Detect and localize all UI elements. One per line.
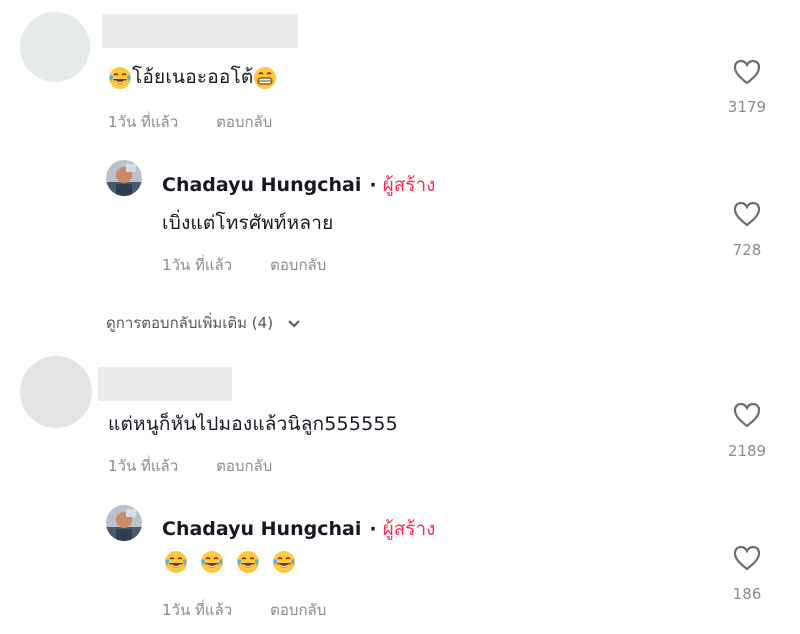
chevron-down-icon bbox=[288, 320, 300, 328]
comment-author: Chadayu Hungchai · ผู้สร้าง bbox=[162, 514, 435, 544]
comment-time: 1วัน ที่แล้ว bbox=[108, 457, 179, 475]
reply-text: เบิ่งแต่โทรศัพท์หลาย bbox=[162, 212, 334, 234]
comment-text: แต่หนูก็หันไปมองแล้วนิลูก555555 bbox=[108, 413, 398, 435]
commenter-name-blurred[interactable] bbox=[102, 14, 298, 48]
reply-emoji-row bbox=[164, 550, 308, 574]
reply-time: 1วัน ที่แล้ว bbox=[162, 601, 233, 619]
comment-text-body: โอ้ยเนอะออโต้ bbox=[132, 66, 254, 88]
commenter-avatar-blurred[interactable] bbox=[20, 12, 90, 82]
creator-avatar[interactable] bbox=[106, 505, 142, 541]
laugh-cry-emoji bbox=[109, 66, 131, 89]
laugh-cry-emoji bbox=[201, 551, 223, 573]
comment-meta: 1วัน ที่แล้ว ตอบกลับ bbox=[108, 110, 272, 134]
view-more-label: ดูการตอบกลับเพิ่มเติม (4) bbox=[106, 314, 274, 332]
like-button[interactable] bbox=[730, 58, 764, 86]
comment-meta: 1วัน ที่แล้ว ตอบกลับ bbox=[108, 454, 272, 478]
reply-button[interactable]: ตอบกลับ bbox=[270, 256, 326, 274]
reply-meta: 1วัน ที่แล้ว ตอบกลับ bbox=[162, 253, 326, 277]
creator-badge: ผู้สร้าง bbox=[382, 174, 436, 196]
grin-emoji bbox=[254, 66, 277, 89]
like-button[interactable] bbox=[730, 200, 764, 228]
reply-time: 1วัน ที่แล้ว bbox=[162, 256, 233, 274]
heart-icon bbox=[733, 59, 761, 85]
like-button[interactable] bbox=[730, 401, 764, 429]
comment-text: โอ้ยเนอะออโต้ bbox=[108, 62, 277, 92]
like-button[interactable] bbox=[730, 544, 764, 572]
like-count: 3179 bbox=[727, 98, 767, 116]
comment-author: Chadayu Hungchai · ผู้สร้าง bbox=[162, 170, 435, 200]
like-count: 186 bbox=[732, 585, 762, 603]
like-count: 728 bbox=[732, 241, 762, 259]
reply-button[interactable]: ตอบกลับ bbox=[216, 113, 272, 131]
reply-button[interactable]: ตอบกลับ bbox=[270, 601, 326, 619]
reply-button[interactable]: ตอบกลับ bbox=[216, 457, 272, 475]
laugh-cry-emoji bbox=[273, 551, 295, 573]
view-more-replies[interactable]: ดูการตอบกลับเพิ่มเติม (4) bbox=[106, 311, 303, 335]
laugh-cry-emoji bbox=[237, 551, 259, 573]
heart-icon bbox=[733, 402, 761, 428]
comment-time: 1วัน ที่แล้ว bbox=[108, 113, 179, 131]
separator: · bbox=[369, 518, 377, 540]
heart-icon bbox=[733, 545, 761, 571]
commenter-name-blurred[interactable] bbox=[98, 367, 232, 401]
separator: · bbox=[369, 174, 377, 196]
author-name[interactable]: Chadayu Hungchai bbox=[162, 174, 361, 196]
like-count: 2189 bbox=[727, 442, 767, 460]
author-name[interactable]: Chadayu Hungchai bbox=[162, 518, 361, 540]
commenter-avatar-blurred[interactable] bbox=[20, 356, 92, 428]
creator-avatar[interactable] bbox=[106, 160, 142, 196]
heart-icon bbox=[733, 201, 761, 227]
laugh-cry-emoji bbox=[165, 551, 187, 573]
creator-badge: ผู้สร้าง bbox=[382, 518, 436, 540]
reply-meta: 1วัน ที่แล้ว ตอบกลับ bbox=[162, 598, 326, 622]
